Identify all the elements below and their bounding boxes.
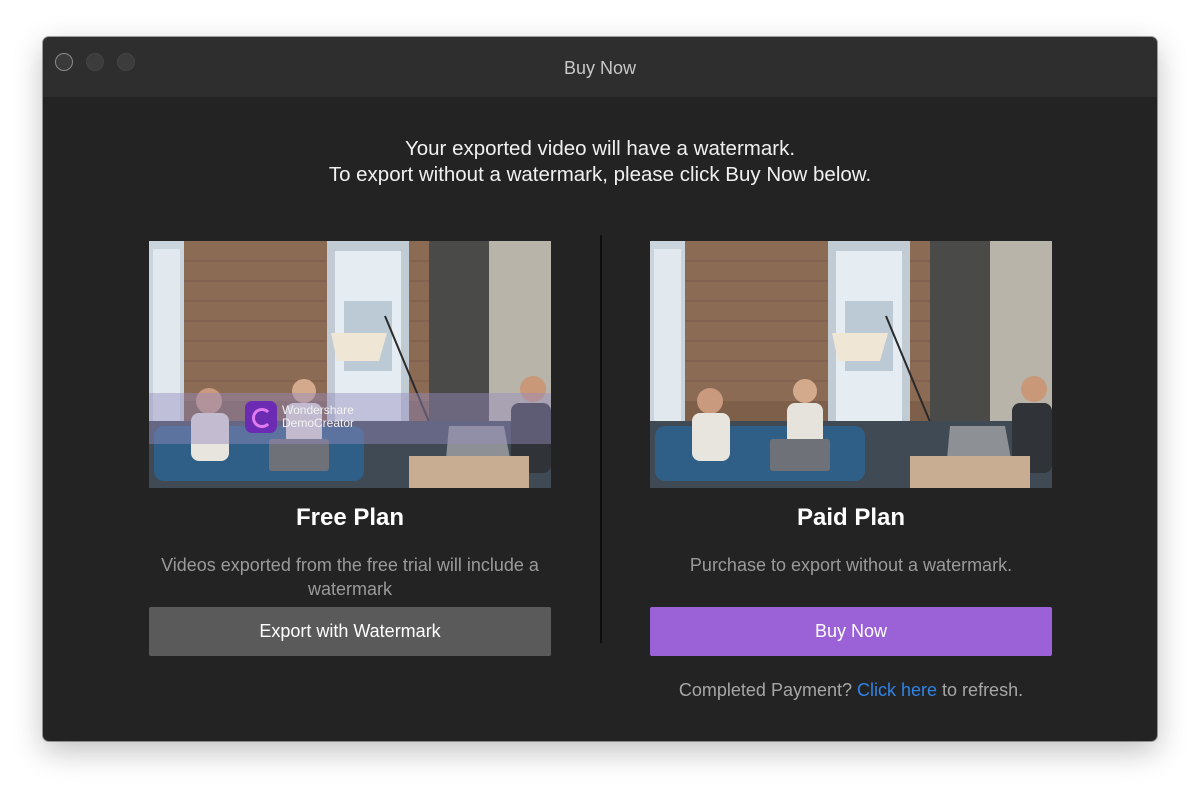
watermark-notice: Your exported video will have a watermar… [43, 136, 1157, 188]
plan-divider [600, 235, 602, 643]
export-with-watermark-button[interactable]: Export with Watermark [149, 607, 551, 656]
paid-plan-preview-image [650, 241, 1052, 488]
free-plan-title: Free Plan [295, 504, 405, 531]
refresh-suffix: to refresh. [942, 680, 1024, 700]
free-plan-preview-image: Wondershare DemoCreator [149, 241, 551, 488]
window-title: Buy Now [563, 58, 637, 78]
office-scene-illustration [149, 241, 551, 488]
watermark-brand-text: Wondershare DemoCreator [282, 403, 355, 430]
refresh-link[interactable]: Click here [857, 680, 937, 700]
title-bar: Buy Now [43, 37, 1157, 97]
democreator-logo-icon [245, 401, 277, 433]
office-scene-illustration [650, 241, 1052, 488]
paid-plan-description: Purchase to export without a watermark. [689, 555, 1013, 575]
buy-now-button[interactable]: Buy Now [650, 607, 1052, 656]
free-plan-description: Videos exported from the free trial will… [161, 555, 539, 599]
notice-line-2: To export without a watermark, please cl… [328, 163, 872, 186]
free-plan-card: Wondershare DemoCreator Free Plan Videos… [149, 241, 551, 656]
notice-line-1: Your exported video will have a watermar… [404, 137, 796, 160]
refresh-payment-line: Completed Payment? Click here to refresh… [650, 680, 1052, 701]
paid-plan-title: Paid Plan [796, 504, 906, 531]
paid-plan-card: Paid Plan Purchase to export without a w… [650, 241, 1052, 701]
refresh-prefix: Completed Payment? [678, 680, 852, 700]
buy-now-dialog: Buy Now Your exported video will have a … [43, 37, 1157, 741]
